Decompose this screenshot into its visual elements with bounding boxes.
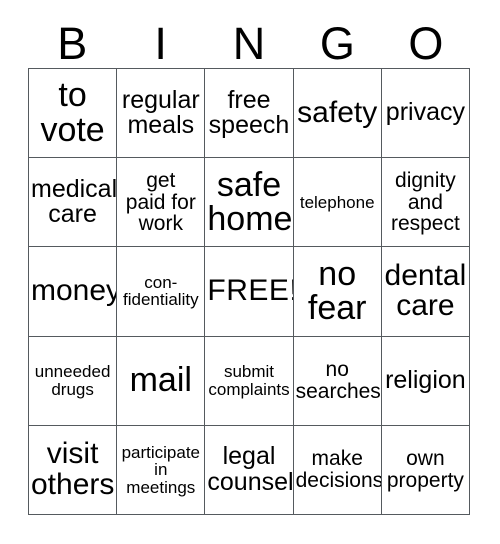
bingo-cell-label: own property bbox=[386, 447, 464, 492]
bingo-cell-label: safety bbox=[297, 95, 378, 129]
bingo-cell-r4c3[interactable]: submit complaints bbox=[205, 336, 294, 426]
bingo-cell-label: unneeded drugs bbox=[34, 362, 111, 399]
bingo-cell-r4c1[interactable]: unneeded drugs bbox=[29, 336, 118, 426]
bingo-cell-r1c5[interactable]: privacy bbox=[381, 69, 470, 159]
bingo-cell-label: privacy bbox=[385, 98, 465, 127]
bingo-cell-r3c5[interactable]: dental care bbox=[381, 247, 470, 337]
bingo-cell-label: submit complaints bbox=[208, 362, 290, 399]
bingo-cell-label: money bbox=[31, 274, 118, 308]
bingo-cell-label: free speech bbox=[208, 85, 290, 140]
bingo-cell-r1c1[interactable]: to vote bbox=[29, 69, 118, 159]
bingo-cell-label: dental care bbox=[384, 258, 467, 323]
bingo-cell-label: visit others bbox=[31, 437, 115, 501]
bingo-cell-r4c4[interactable]: no searches bbox=[293, 336, 382, 426]
bingo-cell-label: regular meals bbox=[121, 85, 200, 140]
bingo-cell-r5c4[interactable]: make decisions bbox=[293, 425, 382, 515]
bingo-cell-label: no fear bbox=[307, 254, 367, 328]
bingo-cell-r3c2[interactable]: con- fidentiality bbox=[117, 247, 206, 337]
bingo-card: B I N G O to vote regular meals free spe… bbox=[0, 0, 500, 544]
bingo-header-row: B I N G O bbox=[28, 18, 470, 68]
bingo-cell-r5c1[interactable]: visit others bbox=[29, 425, 118, 515]
bingo-cell-label: con- fidentiality bbox=[122, 273, 199, 310]
bingo-cell-r1c3[interactable]: free speech bbox=[205, 69, 294, 159]
bingo-cell-r5c2[interactable]: participate in meetings bbox=[117, 425, 206, 515]
header-letter-n: N bbox=[232, 17, 266, 69]
bingo-cell-label: make decisions bbox=[295, 447, 382, 492]
bingo-cell-r4c2[interactable]: mail bbox=[117, 336, 206, 426]
bingo-cell-label: to vote bbox=[40, 76, 105, 150]
bingo-cell-r5c5[interactable]: own property bbox=[381, 425, 470, 515]
bingo-cell-label: mail bbox=[129, 361, 192, 400]
bingo-grid: to vote regular meals free speech safety… bbox=[28, 68, 470, 515]
bingo-cell-r2c5[interactable]: dignity and respect bbox=[381, 158, 470, 248]
header-letter-g: G bbox=[319, 17, 355, 69]
bingo-cell-label: no searches bbox=[295, 358, 381, 403]
bingo-cell-r5c3[interactable]: legal counsel bbox=[205, 425, 294, 515]
bingo-cell-label: participate in meetings bbox=[121, 442, 200, 497]
bingo-cell-label: religion bbox=[385, 365, 466, 394]
header-letter-o: O bbox=[408, 17, 444, 69]
bingo-cell-label: safe home bbox=[207, 165, 293, 239]
bingo-cell-label: telephone bbox=[299, 192, 375, 212]
bingo-cell-label: get paid for work bbox=[125, 169, 196, 235]
bingo-cell-r2c1[interactable]: medical care bbox=[29, 158, 118, 248]
bingo-cell-label: medical care bbox=[31, 174, 118, 229]
bingo-cell-r3c1[interactable]: money bbox=[29, 247, 118, 337]
bingo-cell-label: dignity and respect bbox=[390, 169, 460, 235]
bingo-cell-r2c2[interactable]: get paid for work bbox=[117, 158, 206, 248]
bingo-cell-r4c5[interactable]: religion bbox=[381, 336, 470, 426]
bingo-cell-free-space[interactable]: FREE! bbox=[205, 247, 294, 337]
bingo-cell-r1c2[interactable]: regular meals bbox=[117, 69, 206, 159]
bingo-cell-label: legal counsel bbox=[207, 442, 294, 496]
free-space-label: FREE! bbox=[207, 274, 294, 308]
header-letter-i: I bbox=[154, 17, 167, 69]
bingo-cell-r2c3[interactable]: safe home bbox=[205, 158, 294, 248]
bingo-cell-r1c4[interactable]: safety bbox=[293, 69, 382, 159]
bingo-cell-r2c4[interactable]: telephone bbox=[293, 158, 382, 248]
bingo-cell-r3c4[interactable]: no fear bbox=[293, 247, 382, 337]
header-letter-b: B bbox=[57, 17, 88, 69]
